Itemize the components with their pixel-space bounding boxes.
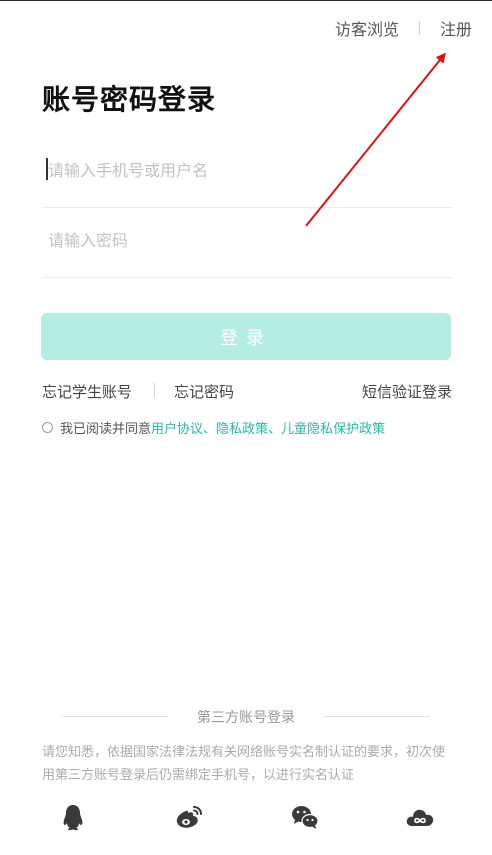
username-field [42, 138, 452, 208]
agreement-prefix: 我已阅读并同意 [60, 421, 152, 437]
agreement-separator: 、 [203, 421, 217, 437]
top-bar-divider [418, 21, 420, 35]
login-button[interactable]: 登录 [41, 313, 451, 360]
password-field [42, 208, 452, 278]
wechat-icon [292, 806, 319, 829]
password-input[interactable] [48, 226, 443, 254]
weibo-icon [176, 806, 202, 828]
page-title: 账号密码登录 [42, 83, 217, 116]
weibo-login-button[interactable] [174, 802, 204, 832]
agreement-row: 我已阅读并同意 用户协议 、 隐私政策 、 儿童隐私保护政策 [42, 418, 385, 437]
cloud-icon [406, 809, 434, 826]
third-party-header: 第三方账号登录 [62, 707, 430, 727]
sms-login-link[interactable]: 短信验证登录 [362, 381, 452, 402]
qq-icon [63, 805, 83, 831]
agreement-checkbox[interactable] [42, 421, 53, 433]
top-bar: 访客浏览 注册 [335, 16, 472, 40]
real-name-notice: 请您知悉，依据国家法律法规有关网络账号实名制认证的要求，初次使用第三方账号登录后… [42, 745, 446, 783]
agreement-separator: 、 [268, 421, 282, 437]
status-bar-divider [0, 0, 492, 1]
guest-browse-link[interactable]: 访客浏览 [335, 16, 399, 40]
qq-login-button[interactable] [58, 802, 88, 832]
forgot-student-account-link[interactable]: 忘记学生账号 [42, 381, 132, 402]
user-agreement-link[interactable]: 用户协议 [151, 418, 203, 437]
wechat-login-button[interactable] [290, 802, 320, 832]
third-party-title: 第三方账号登录 [197, 710, 295, 726]
links-divider [154, 383, 155, 398]
register-link[interactable]: 注册 [440, 16, 472, 40]
privacy-policy-link[interactable]: 隐私政策 [216, 418, 268, 437]
login-links: 忘记学生账号 忘记密码 短信验证登录 [42, 381, 452, 401]
username-input[interactable] [48, 156, 443, 184]
forgot-password-link[interactable]: 忘记密码 [174, 381, 234, 402]
divider-line [324, 716, 430, 717]
child-privacy-policy-link[interactable]: 儿童隐私保护政策 [281, 418, 385, 437]
cloud-login-button[interactable] [405, 802, 435, 832]
